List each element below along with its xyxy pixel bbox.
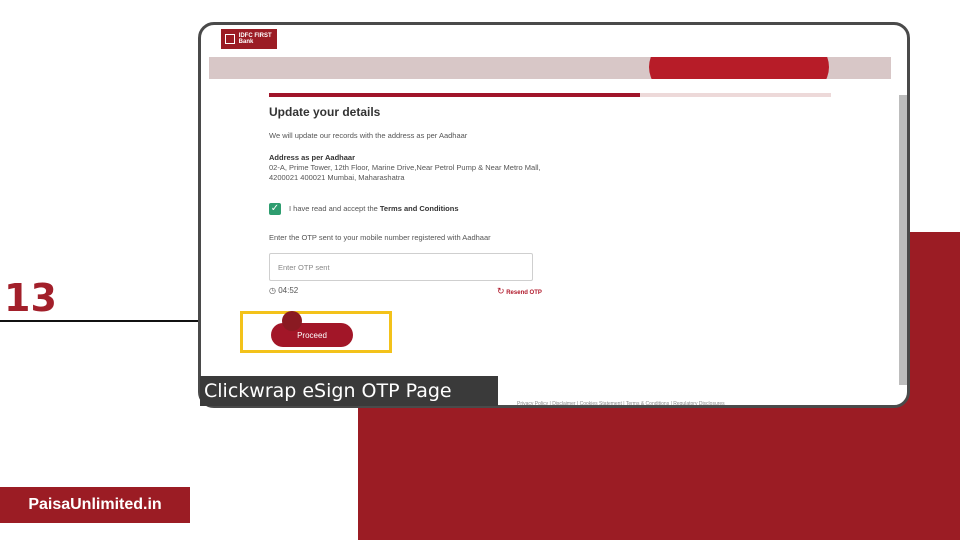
progress-bar [269,93,831,97]
banner-image [649,57,829,79]
terms-checkbox[interactable]: ✓ [269,203,281,215]
footer-links[interactable]: Privacy Policy | Disclaimer | Cookies St… [517,401,725,405]
refresh-icon: ↻ [497,286,505,296]
otp-input[interactable] [269,253,533,281]
caption-label: Clickwrap eSign OTP Page [200,376,498,406]
otp-instruction: Enter the OTP sent to your mobile number… [269,233,491,242]
pointer-dot [282,311,302,331]
bank-logo-text: IDFC FIRST Bank [238,33,272,45]
terms-link[interactable]: Terms and Conditions [380,204,459,213]
address-value: 02-A, Prime Tower, 12th Floor, Marine Dr… [269,163,541,182]
page-subtitle: We will update our records with the addr… [269,131,468,140]
check-icon: ✓ [270,203,280,214]
bank-logo-icon [225,34,235,44]
site-label: PaisaUnlimited.in [0,487,190,523]
step-number: 13 [4,276,57,320]
terms-prefix: I have read and accept the [289,204,380,213]
bank-logo[interactable]: IDFC FIRST Bank [221,29,277,49]
page-title: Update your details [269,105,381,119]
proceed-highlight-box [240,311,392,353]
scrollbar[interactable] [899,95,907,385]
otp-timer: ◷ 04:52 [269,286,298,295]
progress-bar-fill [269,93,640,97]
resend-otp-link[interactable]: ↻ Resend OTP [497,286,542,297]
clock-icon: ◷ [269,286,276,295]
address-label: Address as per Aadhaar [269,153,356,162]
resend-otp-label: Resend OTP [506,290,542,296]
timer-value: 04:52 [278,286,299,295]
terms-text: I have read and accept the Terms and Con… [289,204,459,213]
header-banner [209,57,891,79]
